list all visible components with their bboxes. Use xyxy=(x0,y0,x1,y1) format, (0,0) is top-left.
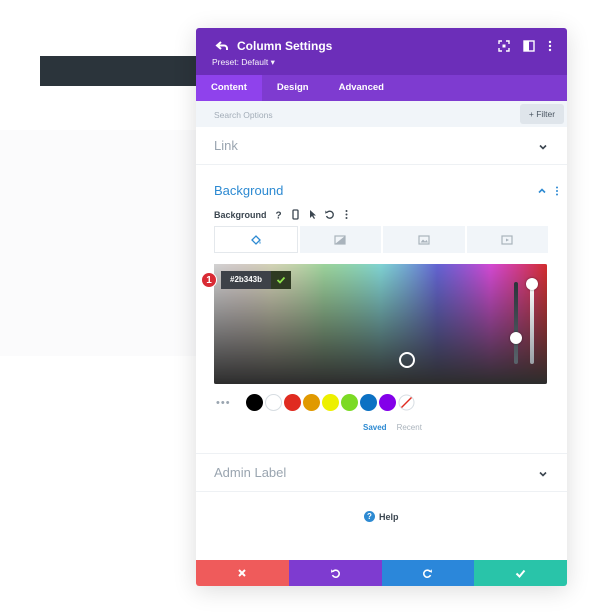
opacity-slider[interactable] xyxy=(530,282,534,364)
canvas-section xyxy=(0,130,196,356)
modal-footer xyxy=(196,560,567,586)
swatch-green[interactable] xyxy=(341,394,358,411)
redo-icon xyxy=(423,568,433,578)
discard-button[interactable] xyxy=(196,560,289,586)
section-menu-icon[interactable] xyxy=(552,186,562,196)
background-section-title[interactable]: Background xyxy=(214,183,283,198)
preset-selector[interactable]: Preset: Default ▾ xyxy=(212,57,275,68)
tab-design[interactable]: Design xyxy=(262,75,324,101)
hover-cursor-icon[interactable] xyxy=(307,209,318,220)
paint-bucket-icon xyxy=(250,234,261,245)
step-marker-badge: 1 xyxy=(201,272,217,288)
color-picker-cursor[interactable] xyxy=(399,352,415,368)
builder-canvas: Column Settings Preset: Default ▾ Conten… xyxy=(0,0,610,616)
svg-text:?: ? xyxy=(275,211,281,221)
help-circle-icon: ? xyxy=(364,511,375,522)
undo-icon xyxy=(330,568,340,578)
admin-label-section[interactable]: Admin Label xyxy=(196,454,567,492)
close-icon xyxy=(238,569,247,577)
back-arrow-icon[interactable] xyxy=(215,39,229,53)
swatch-purple[interactable] xyxy=(379,394,396,411)
help-link[interactable]: ? Help xyxy=(364,511,399,522)
modal-title: Column Settings xyxy=(237,39,333,53)
background-field-row: Background ? xyxy=(214,209,352,220)
background-type-tabs xyxy=(214,226,548,253)
sidebar-layout-icon[interactable] xyxy=(523,40,535,52)
swatch-blue[interactable] xyxy=(360,394,377,411)
redo-button[interactable] xyxy=(381,560,475,586)
link-section[interactable]: Link xyxy=(196,127,567,165)
more-swatches-icon[interactable]: ••• xyxy=(216,397,244,409)
check-icon xyxy=(515,569,526,578)
filter-button[interactable]: + Filter xyxy=(520,104,564,124)
save-button[interactable] xyxy=(474,560,567,586)
gradient-icon xyxy=(334,234,346,245)
tab-advanced[interactable]: Advanced xyxy=(324,75,399,101)
hue-slider-handle[interactable] xyxy=(510,332,522,344)
confirm-color-button[interactable] xyxy=(271,271,292,289)
swatch-tabs: Saved Recent xyxy=(363,423,422,432)
link-section-title: Link xyxy=(214,138,238,153)
admin-label-title: Admin Label xyxy=(214,465,287,480)
color-swatches: ••• xyxy=(216,394,415,411)
column-preview-bar[interactable] xyxy=(40,56,200,86)
undo-button[interactable] xyxy=(288,560,382,586)
swatch-red[interactable] xyxy=(284,394,301,411)
chevron-down-icon[interactable] xyxy=(538,469,548,479)
swatch-black[interactable] xyxy=(246,394,263,411)
background-gradient-tab[interactable] xyxy=(299,226,381,253)
search-input[interactable]: Search Options xyxy=(214,110,273,120)
recent-swatches-tab[interactable]: Recent xyxy=(397,423,422,432)
modal-header: Column Settings Preset: Default ▾ xyxy=(196,28,567,75)
swatch-orange[interactable] xyxy=(303,394,320,411)
swatch-yellow[interactable] xyxy=(322,394,339,411)
search-options-bar[interactable]: Search Options + Filter xyxy=(196,101,567,127)
image-icon xyxy=(418,234,430,245)
column-settings-modal: Column Settings Preset: Default ▾ Conten… xyxy=(196,28,567,586)
tab-content[interactable]: Content xyxy=(196,75,262,101)
background-field-label: Background xyxy=(214,209,267,220)
background-color-tab[interactable] xyxy=(214,226,298,253)
check-icon xyxy=(276,276,286,284)
saved-swatches-tab[interactable]: Saved xyxy=(363,423,387,432)
color-picker-gradient[interactable]: #2b343b xyxy=(214,264,547,384)
swatch-white[interactable] xyxy=(265,394,282,411)
background-image-tab[interactable] xyxy=(383,226,465,253)
hex-input-box: #2b343b xyxy=(221,271,292,289)
background-video-tab[interactable] xyxy=(466,226,548,253)
reset-icon[interactable] xyxy=(324,209,335,220)
opacity-slider-handle[interactable] xyxy=(526,278,538,290)
help-question-icon[interactable]: ? xyxy=(273,209,284,221)
hue-slider[interactable] xyxy=(514,282,518,364)
mobile-device-icon[interactable] xyxy=(290,209,301,220)
settings-tabs: Content Design Advanced xyxy=(196,75,567,101)
video-icon xyxy=(501,234,513,245)
no-color-swatch-icon[interactable] xyxy=(398,394,415,411)
chevron-up-icon[interactable] xyxy=(537,186,547,196)
more-options-icon[interactable] xyxy=(544,40,556,52)
fullscreen-icon[interactable] xyxy=(498,40,510,52)
help-label: Help xyxy=(379,511,399,522)
chevron-down-icon[interactable] xyxy=(538,142,548,152)
field-options-icon[interactable] xyxy=(341,209,352,220)
hex-color-input[interactable]: #2b343b xyxy=(221,271,272,289)
